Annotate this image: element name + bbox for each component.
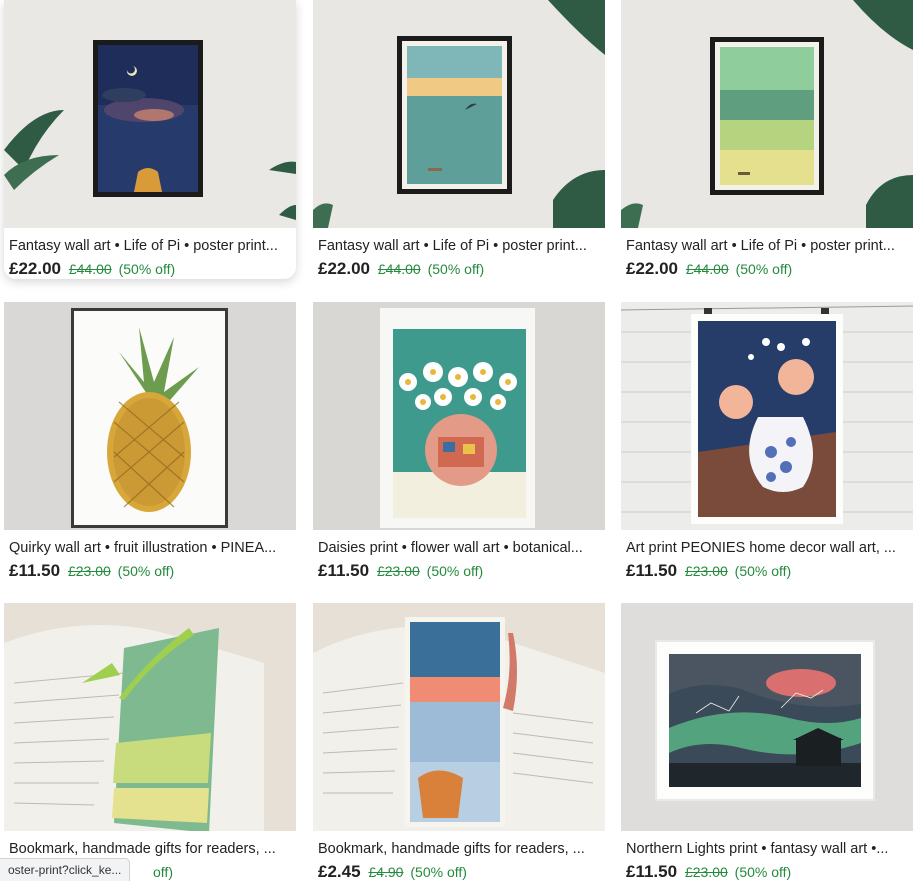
original-price: £4.90 [368, 864, 404, 880]
discount-label: off) [153, 864, 173, 880]
listing-title[interactable]: Fantasy wall art • Life of Pi • poster p… [626, 237, 911, 255]
listing-card[interactable]: Fantasy wall art • Life of Pi • poster p… [4, 0, 296, 279]
discount-label: (50% off) [427, 261, 485, 277]
original-price: £23.00 [376, 563, 420, 579]
listing-image[interactable] [621, 0, 913, 228]
discount-label: (50% off) [117, 563, 175, 579]
discount-label: (50% off) [410, 864, 467, 880]
listing-card[interactable]: Northern Lights print • fantasy wall art… [621, 603, 913, 882]
listing-title[interactable]: Bookmark, handmade gifts for readers, ..… [9, 840, 294, 858]
original-price: £23.00 [67, 563, 111, 579]
sale-price: £11.50 [626, 862, 678, 881]
price-row: £2.45 £4.90 (50% off) [318, 862, 605, 882]
price-row: £22.00 £44.00 (50% off) [9, 259, 296, 279]
listing-card[interactable]: Fantasy wall art • Life of Pi • poster p… [313, 0, 605, 279]
original-price: £44.00 [685, 261, 729, 277]
listing-card[interactable]: Bookmark, handmade gifts for readers, ..… [313, 603, 605, 882]
sale-price: £11.50 [9, 561, 61, 580]
price-row: £22.00 £44.00 (50% off) [318, 259, 605, 279]
price-row: £11.50 £23.00 (50% off) [9, 561, 296, 581]
listing-image[interactable] [313, 0, 605, 228]
price-row: £11.50 £23.00 (50% off) [626, 561, 913, 581]
sale-price: £22.00 [626, 259, 678, 278]
listing-title[interactable]: Bookmark, handmade gifts for readers, ..… [318, 840, 603, 858]
listing-card[interactable]: Bookmark, handmade gifts for readers, ..… [4, 603, 296, 882]
sale-price: £11.50 [318, 561, 370, 580]
listing-title[interactable]: Daisies print • flower wall art • botani… [318, 539, 603, 557]
listing-image[interactable] [621, 302, 913, 530]
listing-card[interactable]: Fantasy wall art • Life of Pi • poster p… [621, 0, 913, 279]
price-row: £22.00 £44.00 (50% off) [626, 259, 913, 279]
discount-label: (50% off) [735, 261, 793, 277]
original-price: £44.00 [377, 261, 421, 277]
listing-card[interactable]: Quirky wall art • fruit illustration • P… [4, 302, 296, 581]
sale-price: £2.45 [318, 862, 361, 881]
listing-title[interactable]: Fantasy wall art • Life of Pi • poster p… [9, 237, 294, 255]
original-price: £23.00 [684, 864, 728, 880]
sale-price: £22.00 [9, 259, 61, 278]
listing-image[interactable] [4, 0, 296, 228]
listing-image[interactable] [313, 302, 605, 530]
listing-title[interactable]: Fantasy wall art • Life of Pi • poster p… [318, 237, 603, 255]
sale-price: £11.50 [626, 561, 678, 580]
discount-label: (50% off) [734, 864, 792, 880]
browser-status-url: oster-print?click_ke... [0, 858, 131, 881]
discount-label: (50% off) [734, 563, 792, 579]
listing-title[interactable]: Quirky wall art • fruit illustration • P… [9, 539, 294, 557]
price-row: £11.50 £23.00 (50% off) [318, 561, 605, 581]
sale-price: £22.00 [318, 259, 370, 278]
listing-image[interactable] [621, 603, 913, 831]
listing-title[interactable]: Art print PEONIES home decor wall art, .… [626, 539, 911, 557]
original-price: £44.00 [68, 261, 112, 277]
listing-image[interactable] [4, 302, 296, 530]
discount-label: (50% off) [426, 563, 484, 579]
listing-title[interactable]: Northern Lights print • fantasy wall art… [626, 840, 911, 858]
discount-label: (50% off) [118, 261, 176, 277]
listing-image[interactable] [4, 603, 296, 831]
original-price: £23.00 [684, 563, 728, 579]
price-row: £11.50 £23.00 (50% off) [626, 862, 913, 882]
listing-image[interactable] [313, 603, 605, 831]
listing-card[interactable]: Art print PEONIES home decor wall art, .… [621, 302, 913, 581]
listing-card[interactable]: Daisies print • flower wall art • botani… [313, 302, 605, 581]
